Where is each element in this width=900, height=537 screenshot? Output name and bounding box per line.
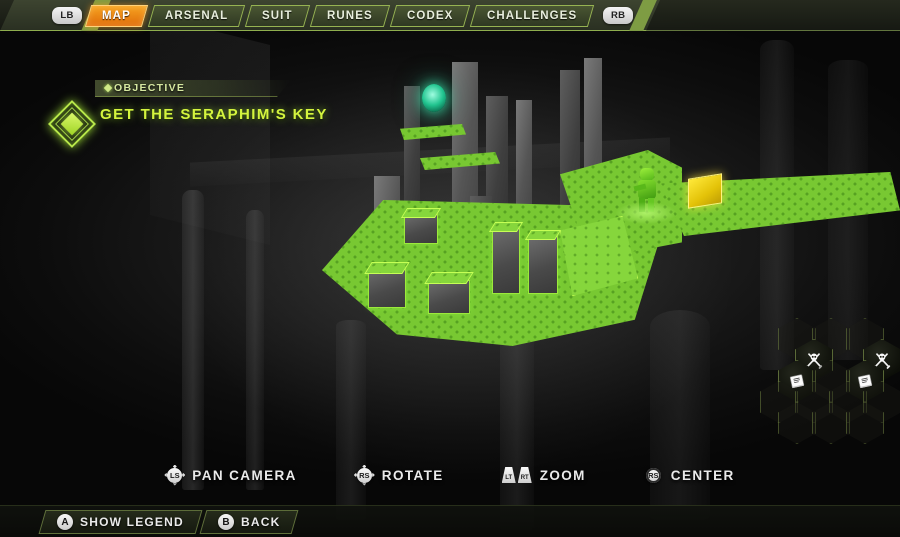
hint-center-label: CENTER [670, 467, 735, 483]
hex-legend-grid [760, 318, 900, 444]
tab-challenges-label: CHALLENGES [486, 9, 578, 22]
hint-zoom[interactable]: LT RT ZOOM [501, 467, 586, 483]
map-tower [404, 86, 420, 206]
player-ground-glow [616, 202, 676, 224]
tab-codex-label: CODEX [406, 9, 453, 22]
bottom-action-bar: A SHOW LEGEND B BACK [0, 505, 900, 537]
left-stick-label: LS [167, 467, 183, 483]
right-stick-press-label: RS [645, 467, 661, 483]
map-structure [404, 214, 438, 244]
left-trigger-icon: LT [501, 467, 516, 483]
left-stick-icon: LS [164, 464, 186, 486]
trigger-icons: LT RT [501, 467, 532, 483]
control-hints-row: LS PAN CAMERA RS ROTATE LT RT ZOOM RS CE… [0, 458, 900, 492]
right-trigger-icon: RT [517, 467, 532, 483]
diamond-objective-icon [47, 99, 97, 149]
a-button-icon: A [57, 514, 73, 530]
tab-codex[interactable]: CODEX [389, 4, 471, 27]
show-legend-button[interactable]: A SHOW LEGEND [38, 510, 203, 534]
map-structure-top [364, 262, 410, 274]
map-structure-top [400, 208, 442, 218]
map-structure [428, 280, 470, 314]
objective-text: GET THE SERAPHIM'S KEY [100, 106, 328, 123]
objective-header-label: OBJECTIVE [114, 82, 186, 94]
objective-header: OBJECTIVE [103, 82, 186, 94]
tab-map[interactable]: MAP [84, 4, 149, 27]
map-structure [368, 268, 406, 308]
right-stick-press-icon: RS [644, 466, 663, 485]
tab-map-label: MAP [102, 9, 131, 22]
back-label: BACK [240, 515, 281, 529]
hint-zoom-label: ZOOM [539, 467, 586, 483]
bottom-button-row: A SHOW LEGEND B BACK [38, 510, 299, 534]
hint-center[interactable]: RS CENTER [644, 466, 735, 485]
map-structure [492, 228, 520, 294]
tab-arsenal[interactable]: ARSENAL [147, 4, 246, 27]
show-legend-label: SHOW LEGEND [80, 515, 184, 529]
right-bumper-icon[interactable]: RB [603, 7, 634, 24]
hint-pan-camera-label: PAN CAMERA [192, 467, 297, 483]
b-button-icon: B [217, 514, 234, 530]
top-nav-bar: LB MAP ARSENAL SUIT RUNES CODEX CHALLENG… [0, 0, 900, 31]
diamond-bullet-icon [103, 83, 113, 93]
map-structure-top [524, 230, 562, 240]
objective-crate-marker[interactable] [688, 173, 722, 209]
waypoint-beacon-marker[interactable] [422, 84, 446, 112]
left-bumper-icon[interactable]: LB [52, 7, 82, 24]
hint-rotate[interactable]: RS ROTATE [353, 464, 444, 486]
bg-pillar [182, 190, 204, 490]
right-stick-label: RS [356, 467, 372, 483]
back-button[interactable]: B BACK [199, 510, 299, 534]
tab-runes[interactable]: RUNES [309, 4, 390, 27]
bg-pillar [246, 210, 264, 490]
map-structure-top [424, 272, 474, 284]
bg-pillar [500, 330, 534, 530]
hint-pan-camera[interactable]: LS PAN CAMERA [164, 464, 297, 486]
tab-suit[interactable]: SUIT [245, 4, 310, 27]
right-stick-icon: RS [353, 464, 375, 486]
tab-arsenal-label: ARSENAL [164, 9, 229, 22]
tab-suit-label: SUIT [262, 9, 293, 22]
tab-runes-label: RUNES [326, 9, 373, 22]
nav-tab-row: LB MAP ARSENAL SUIT RUNES CODEX CHALLENG… [0, 0, 900, 31]
map-structure [528, 236, 558, 294]
map-tower [516, 100, 532, 210]
tab-challenges[interactable]: CHALLENGES [469, 4, 595, 27]
hint-rotate-label: ROTATE [381, 467, 444, 483]
